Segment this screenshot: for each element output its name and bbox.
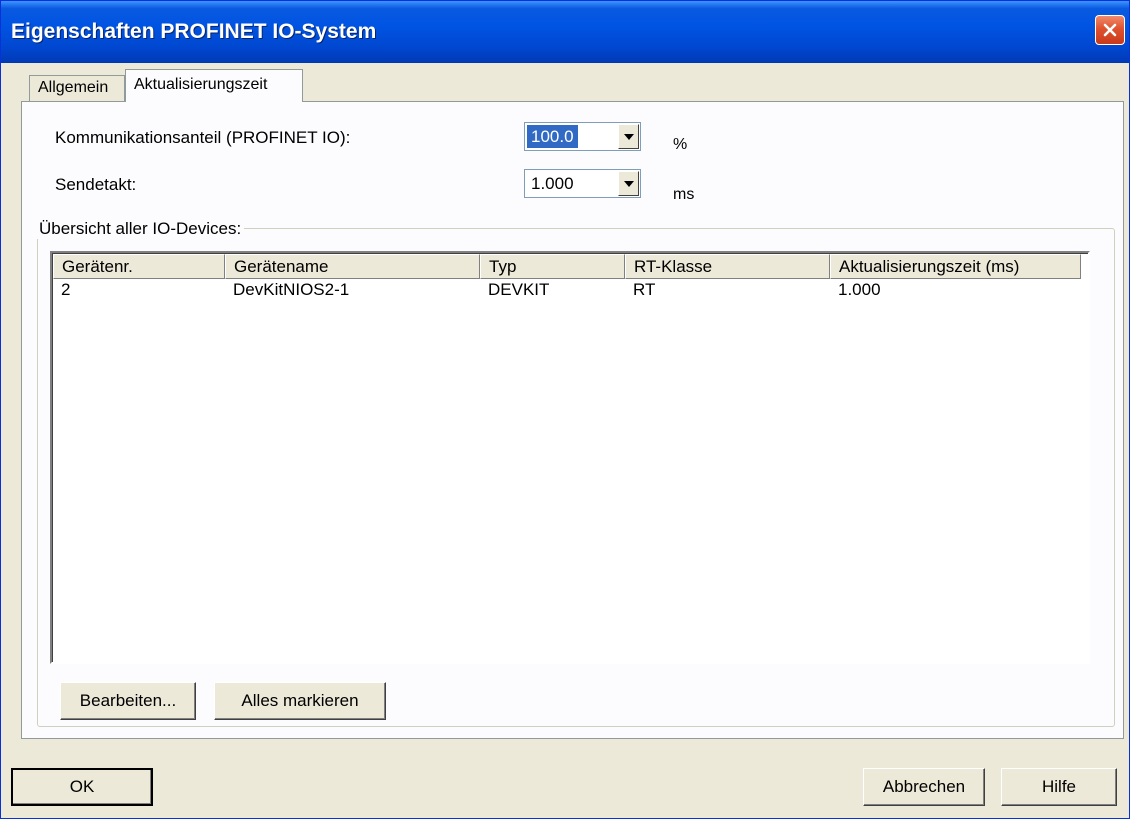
chevron-down-icon <box>623 180 634 187</box>
column-header-typ[interactable]: Typ <box>480 254 625 279</box>
table-row[interactable]: 2 DevKitNIOS2-1 DEVKIT RT 1.000 <box>53 280 1087 302</box>
window-title: Eigenschaften PROFINET IO-System <box>11 20 377 43</box>
kommunikationsanteil-select[interactable]: 100.0 <box>524 122 641 151</box>
kommunikationsanteil-value: 100.0 <box>527 125 578 148</box>
list-header: Gerätenr. Gerätename Typ RT-Klasse Aktua… <box>53 254 1087 279</box>
kommunikationsanteil-unit: % <box>673 136 688 153</box>
cell-geraetenr: 2 <box>61 280 71 299</box>
sendetakt-label: Sendetakt: <box>55 175 137 194</box>
select-all-button[interactable]: Alles markieren <box>214 682 386 720</box>
ok-button[interactable]: OK <box>11 768 153 806</box>
sendetakt-dropdown-button[interactable] <box>618 171 639 196</box>
tab-aktualisierungszeit[interactable]: Aktualisierungszeit <box>125 69 303 102</box>
sendetakt-unit: ms <box>673 186 695 203</box>
column-header-aktualisierungszeit[interactable]: Aktualisierungszeit (ms) <box>830 254 1081 279</box>
chevron-down-icon <box>623 133 634 140</box>
tab-allgemein[interactable]: Allgemein <box>29 75 125 101</box>
close-button[interactable] <box>1095 15 1125 45</box>
cell-typ: DEVKIT <box>488 280 550 299</box>
column-header-rt-klasse[interactable]: RT-Klasse <box>625 254 830 279</box>
cancel-button[interactable]: Abbrechen <box>863 768 985 806</box>
io-devices-group-label: Übersicht aller IO-Devices: <box>36 219 245 239</box>
column-header-geraetenr[interactable]: Gerätenr. <box>53 254 225 279</box>
title-bar[interactable]: Eigenschaften PROFINET IO-System <box>1 1 1129 63</box>
cell-aktualisierungszeit: 1.000 <box>838 280 881 299</box>
help-button[interactable]: Hilfe <box>1001 768 1117 806</box>
kommunikationsanteil-dropdown-button[interactable] <box>618 124 639 149</box>
properties-dialog: Eigenschaften PROFINET IO-System Allgeme… <box>0 0 1130 819</box>
close-icon <box>1103 23 1117 37</box>
sendetakt-select[interactable]: 1.000 <box>524 169 641 198</box>
edit-button[interactable]: Bearbeiten... <box>60 682 196 720</box>
cell-rt-klasse: RT <box>633 280 656 299</box>
kommunikationsanteil-label: Kommunikationsanteil (PROFINET IO): <box>55 128 351 147</box>
column-header-geraetename[interactable]: Gerätename <box>225 254 480 279</box>
cell-geraetename: DevKitNIOS2-1 <box>233 280 350 299</box>
io-devices-list[interactable]: Gerätenr. Gerätename Typ RT-Klasse Aktua… <box>50 251 1090 664</box>
tab-panel: Kommunikationsanteil (PROFINET IO): 100.… <box>21 101 1124 739</box>
sendetakt-value: 1.000 <box>531 174 574 193</box>
